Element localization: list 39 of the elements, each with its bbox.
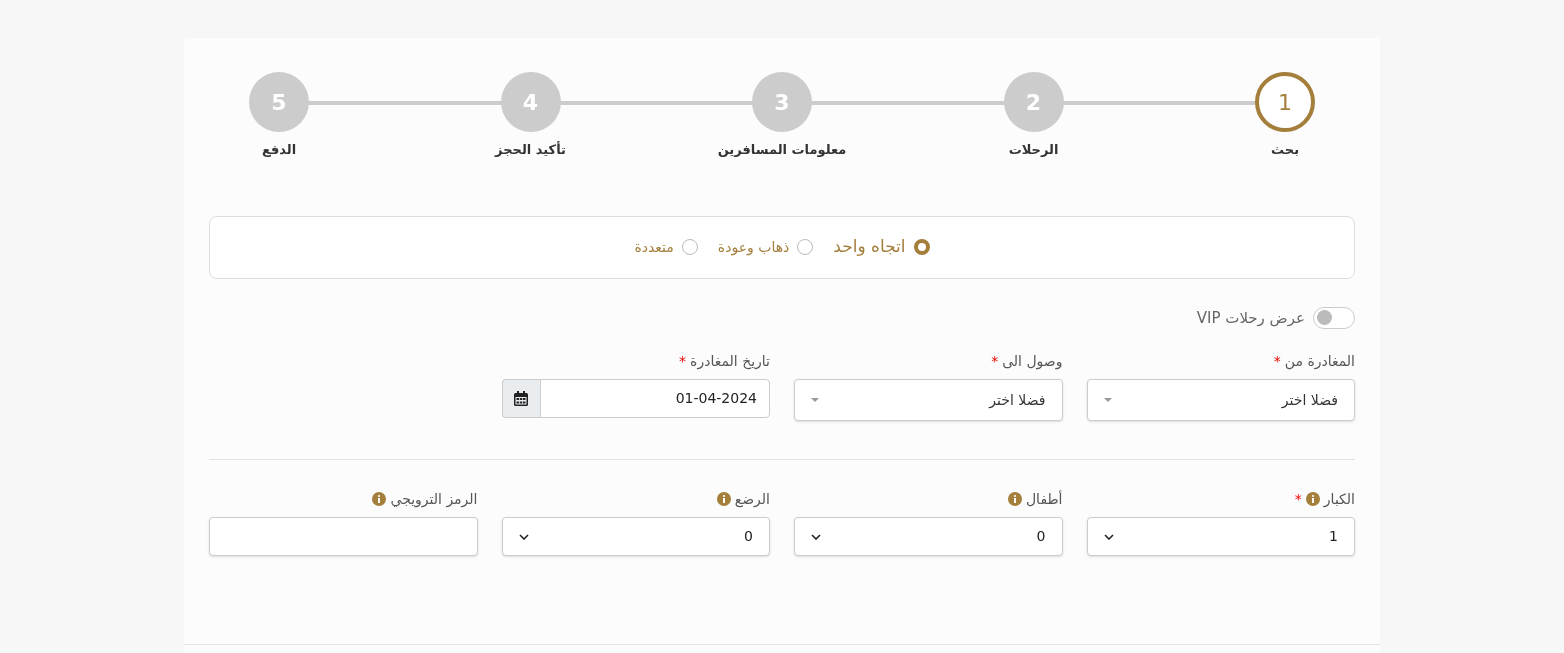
number-select[interactable]: 1 [1086, 517, 1355, 556]
info-icon [716, 492, 731, 506]
info-icon [372, 492, 387, 506]
select-field[interactable]: فضلا اختر [1086, 379, 1355, 421]
promo-code-input[interactable] [209, 517, 478, 556]
field-label: الرضع [734, 489, 770, 510]
field-label: الكبار [1323, 489, 1355, 510]
caret-icon [811, 398, 819, 402]
step-label: بحث [1271, 141, 1299, 159]
trip-type-radio[interactable]: متعددة [634, 236, 698, 258]
chevron-down-icon [518, 533, 529, 540]
step-label: الرحلات [1008, 141, 1059, 159]
calendar-icon [514, 391, 528, 406]
step-label: تأكيد الحجز [495, 140, 566, 159]
step-label: الدفع [261, 141, 297, 159]
vip-toggle-label: عرض رحلات VIP [1196, 307, 1305, 329]
date-input-field[interactable]: 01-04-2024 [539, 379, 770, 418]
required-asterisk: * [1294, 489, 1302, 509]
info-icon [1305, 492, 1320, 506]
field-label: المغادرة من [1284, 351, 1355, 372]
chevron-down-icon [1103, 533, 1114, 540]
info-icon [1007, 492, 1022, 506]
field-label: الرمز الترويجي [390, 489, 478, 510]
field-label: وصول الى [1002, 351, 1063, 372]
trip-type-radio[interactable]: ذهاب وعودة [717, 236, 814, 258]
calendar-button[interactable] [501, 379, 540, 418]
caret-icon [1103, 398, 1112, 402]
trip-type-radio[interactable]: اتجاه واحد [833, 234, 930, 260]
chevron-down-icon [811, 533, 821, 540]
required-asterisk: * [679, 351, 687, 371]
select-field[interactable]: فضلا اختر [794, 379, 1063, 421]
number-select[interactable]: 0 [501, 517, 770, 556]
required-asterisk: * [1273, 351, 1281, 371]
field-label: تاريخ المغادرة [690, 351, 770, 372]
step-label: معلومات المسافرين [717, 141, 847, 159]
vip-toggle[interactable] [1313, 306, 1355, 329]
required-asterisk: * [991, 351, 999, 371]
number-select[interactable]: 0 [794, 517, 1063, 556]
field-label: أطفال [1025, 489, 1063, 509]
